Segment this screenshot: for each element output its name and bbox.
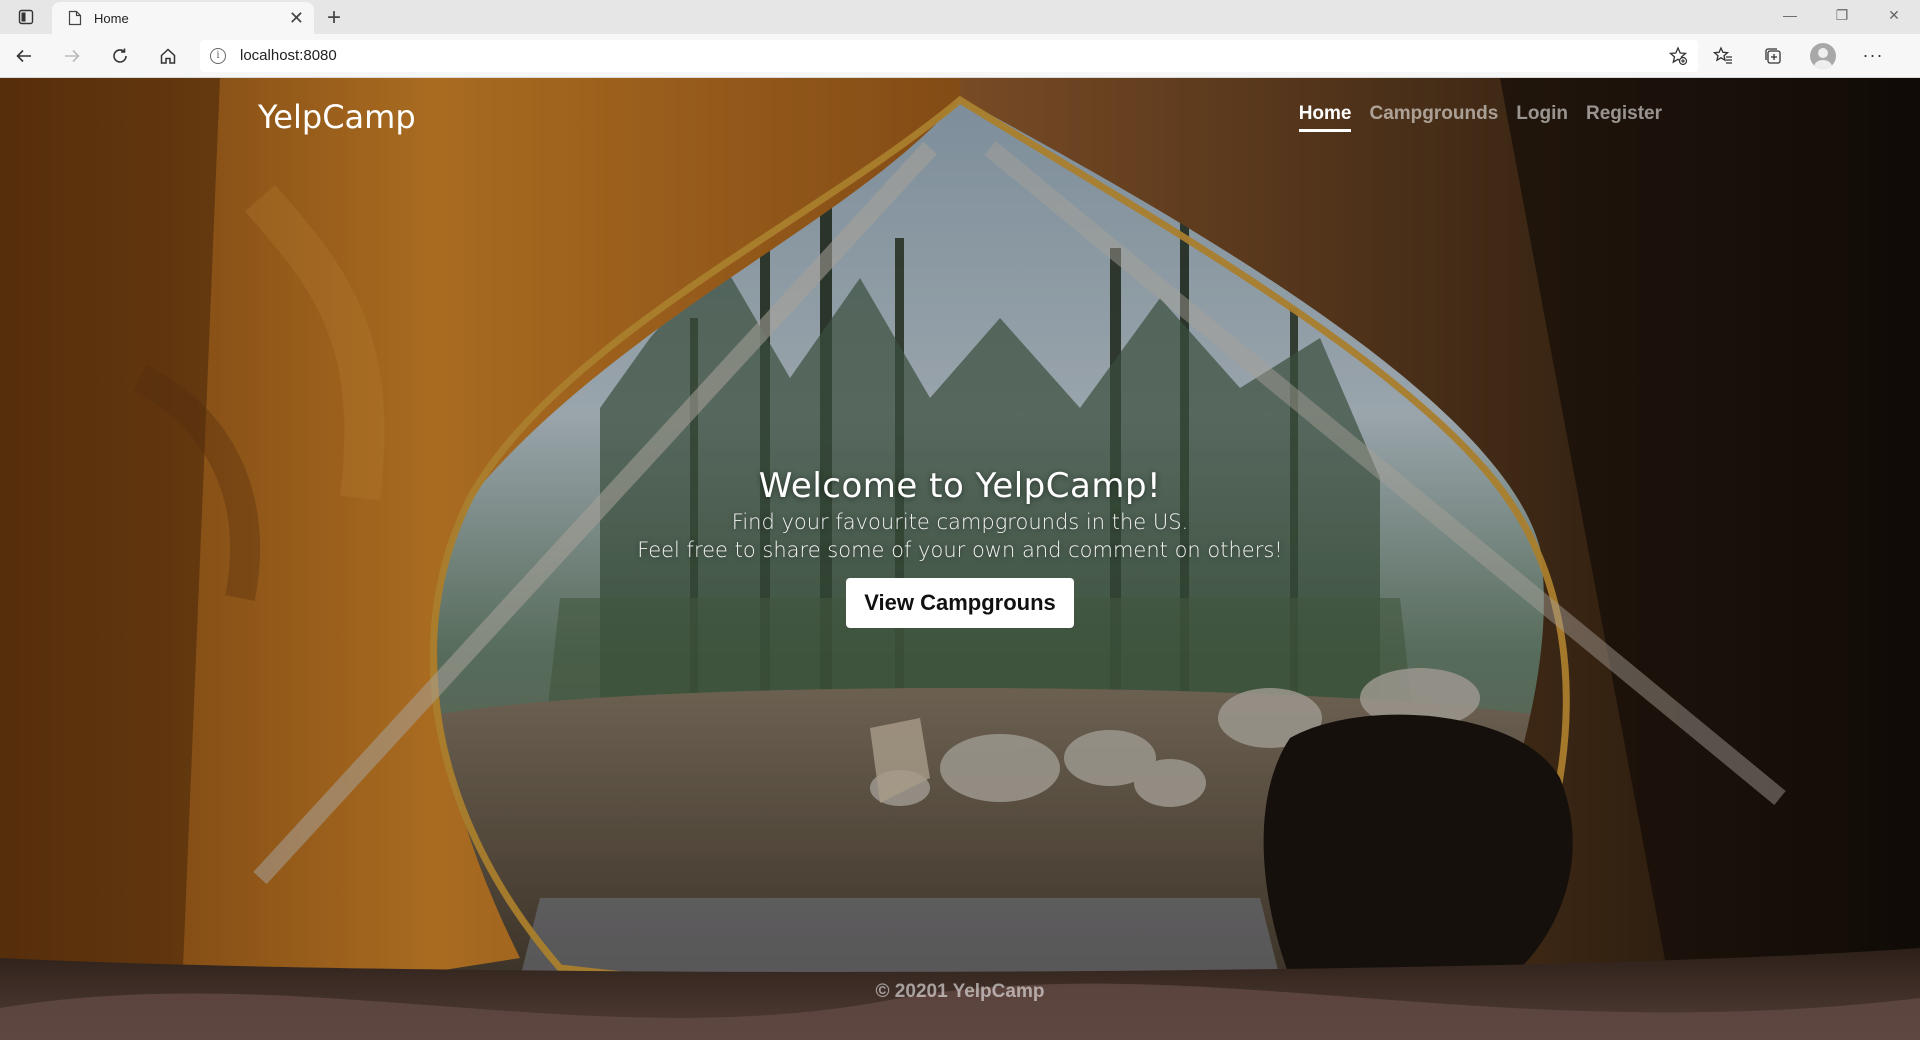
nav-links: Home Campgrounds Login Register <box>1298 103 1662 132</box>
footer-copyright: © 20201 YelpCamp <box>875 981 1045 1002</box>
new-tab-button[interactable]: + <box>314 2 354 34</box>
url-text: localhost:8080 <box>240 47 337 64</box>
more-icon: ··· <box>1862 45 1884 65</box>
site-navbar: YelpCamp Home Campgrounds Login Register <box>258 92 1662 142</box>
address-bar[interactable]: i localhost:8080 <box>200 39 1698 72</box>
browser-tab-bar: Home ✕ + — ❐ ✕ <box>0 0 1920 34</box>
browser-toolbar: i localhost:8080 ··· <box>0 34 1920 78</box>
site-info-icon[interactable]: i <box>210 47 226 64</box>
forward-arrow-icon <box>65 49 80 62</box>
collections-button[interactable] <box>1748 34 1798 78</box>
tab-actions-button[interactable] <box>0 0 52 34</box>
collections-icon <box>1765 47 1781 64</box>
refresh-icon <box>113 48 127 63</box>
plus-icon: + <box>326 4 341 31</box>
browser-tab[interactable]: Home ✕ <box>52 2 314 34</box>
favorites-icon <box>1713 45 1732 64</box>
back-button[interactable] <box>0 34 48 78</box>
restore-icon[interactable]: ❐ <box>1816 0 1868 30</box>
page-viewport: YelpCamp Home Campgrounds Login Register… <box>0 78 1920 1040</box>
settings-menu-button[interactable]: ··· <box>1848 34 1898 78</box>
site-footer: © 20201 YelpCamp <box>0 981 1920 1003</box>
back-arrow-icon <box>16 49 31 62</box>
nav-link-home[interactable]: Home <box>1298 103 1352 132</box>
tab-actions-icon <box>18 9 34 25</box>
minimize-icon[interactable]: — <box>1764 0 1816 30</box>
home-button[interactable] <box>144 34 192 78</box>
home-icon <box>160 47 176 64</box>
refresh-button[interactable] <box>96 34 144 78</box>
hero-title: Welcome to YelpCamp! <box>758 466 1162 506</box>
nav-link-login[interactable]: Login <box>1516 103 1568 132</box>
window-controls: — ❐ ✕ <box>1764 0 1920 30</box>
forward-button[interactable] <box>48 34 96 78</box>
page-icon <box>68 10 82 26</box>
hero-section: Welcome to YelpCamp! Find your favourite… <box>0 466 1920 628</box>
add-favorite-icon[interactable] <box>1668 45 1688 66</box>
site-brand[interactable]: YelpCamp <box>258 98 416 136</box>
avatar <box>1810 42 1836 69</box>
window-close-icon[interactable]: ✕ <box>1868 0 1920 30</box>
hero-subtitle-line-1: Find your favourite campgrounds in the U… <box>731 510 1189 534</box>
tab-close-icon[interactable]: ✕ <box>289 9 304 27</box>
hero-subtitle-line-2: Feel free to share some of your own and … <box>637 538 1283 562</box>
nav-link-register[interactable]: Register <box>1586 103 1662 132</box>
tab-title: Home <box>94 10 129 26</box>
favorites-button[interactable] <box>1698 34 1748 78</box>
profile-button[interactable] <box>1798 34 1848 78</box>
view-campgrounds-button[interactable]: View Campgrouns <box>846 578 1074 628</box>
nav-link-campgrounds[interactable]: Campgrounds <box>1369 103 1498 132</box>
